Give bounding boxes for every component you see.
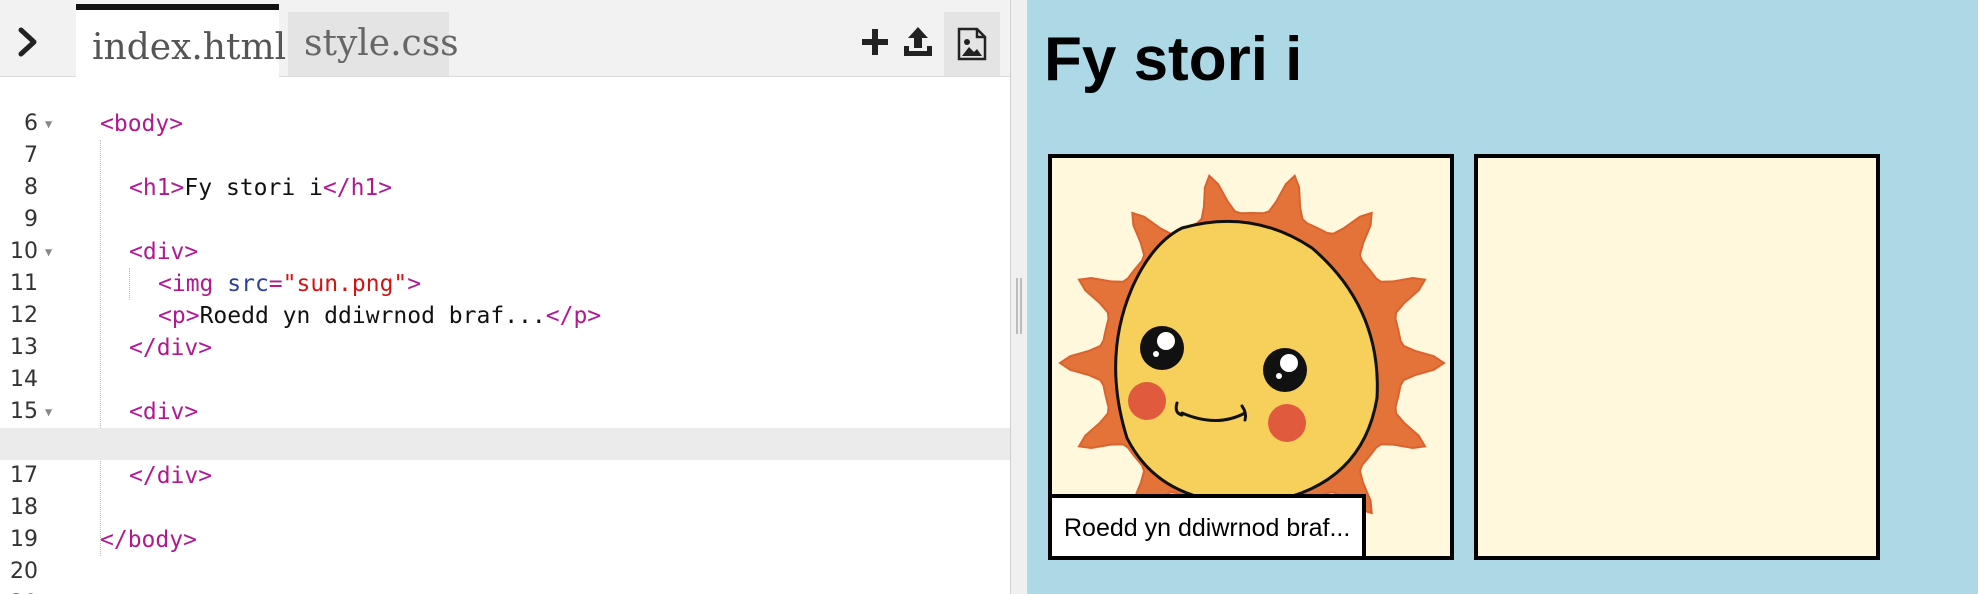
pane-divider[interactable] xyxy=(1010,0,1028,594)
code-line: 11 ▼ <div> xyxy=(0,236,1010,296)
code-line: 10 xyxy=(10,239,38,264)
code-line: 15 xyxy=(10,399,38,424)
tab-index-html[interactable]: index.html xyxy=(76,4,286,77)
tab-bar: index.html style.css xyxy=(0,0,1010,77)
code-line: 12 <img src="sun.png"> xyxy=(10,271,422,328)
code-line: 13 <p>Roedd yn ddiwrnod braf...</p> xyxy=(10,303,602,360)
fold-arrow-icon[interactable]: ▼ xyxy=(45,236,52,268)
plus-icon[interactable] xyxy=(855,22,895,62)
story-panel: Roedd yn ddiwrnod braf... xyxy=(1048,154,1454,560)
code-line: 19 xyxy=(10,527,38,552)
story-panel-empty xyxy=(1474,154,1880,560)
code-line: 9 <h1>Fy stori i</h1> xyxy=(24,175,393,232)
code-line: 8 xyxy=(24,175,38,200)
code-line-active[interactable]: 17 xyxy=(0,428,1010,488)
code-line: 21 xyxy=(0,556,1010,594)
fold-arrow-icon[interactable]: ▼ xyxy=(45,108,52,140)
tab-style-css[interactable]: style.css xyxy=(288,12,459,76)
panel-caption: Roedd yn ddiwrnod braf... xyxy=(1052,494,1367,556)
fold-arrow-icon[interactable]: ▼ xyxy=(45,396,52,428)
drag-handle[interactable] xyxy=(1016,278,1022,334)
preview-pane: Fy stori i Roedd yn ddiwrnod braf... xyxy=(1028,0,1978,594)
code-line: 6 xyxy=(24,111,38,136)
code-line: 16 ▼ <div> xyxy=(0,396,1010,456)
code-editor: index.html style.css 6 7 ▼ <body> 8 9 <h… xyxy=(0,0,1010,594)
page-heading: Fy stori i xyxy=(1044,25,1303,94)
code-line: 18 </div> xyxy=(10,463,213,520)
code-line: 20 </body> xyxy=(10,527,197,584)
upload-icon[interactable] xyxy=(898,22,938,62)
code-line: 7 ▼ <body> xyxy=(0,108,1010,168)
code-area[interactable]: 6 7 ▼ <body> 8 9 <h1>Fy stori i</h1> 10 … xyxy=(0,76,1010,594)
image-icon[interactable] xyxy=(944,12,1000,76)
code-line: 14 </div> xyxy=(10,335,213,392)
chevron-right-icon[interactable] xyxy=(8,22,48,62)
